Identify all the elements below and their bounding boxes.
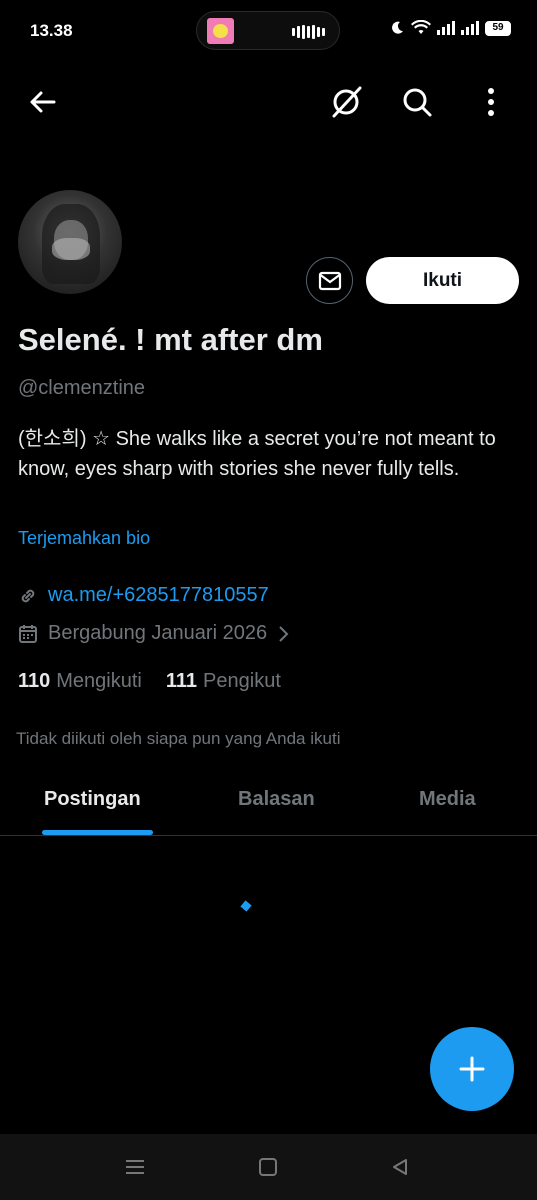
recents-button[interactable]	[120, 1154, 150, 1180]
display-name: Selené. ! mt after dm	[18, 322, 323, 357]
signal-2-icon	[461, 21, 479, 35]
grok-icon	[332, 86, 362, 118]
follow-button[interactable]: Ikuti	[366, 257, 519, 304]
avatar[interactable]	[18, 190, 122, 294]
wifi-icon	[411, 20, 431, 34]
home-button[interactable]	[253, 1154, 283, 1180]
not-followed-text: Tidak diikuti oleh siapa pun yang Anda i…	[16, 729, 341, 748]
calendar-icon	[19, 624, 37, 643]
follow-counts: 110 Mengikuti 111 Pengikut	[18, 670, 281, 693]
translate-bio-link[interactable]: Terjemahkan bio	[18, 528, 150, 549]
followers-label: Pengikut	[203, 670, 281, 692]
menu-lines-icon	[126, 1160, 144, 1174]
profile-link[interactable]: wa.me/+6285177810557	[48, 584, 269, 607]
signal-1-icon	[437, 21, 455, 35]
chevron-right-icon	[279, 625, 289, 642]
battery-icon: 59	[485, 20, 511, 36]
audio-wave-icon	[292, 25, 325, 39]
square-icon	[259, 1158, 277, 1176]
following-count: 110	[18, 670, 51, 692]
album-art	[207, 18, 234, 44]
system-back-button[interactable]	[385, 1154, 415, 1180]
followers-count: 111	[165, 670, 198, 692]
joined-row[interactable]: Bergabung Januari 2026	[18, 622, 289, 645]
profile-tabs: Postingan Balasan Media	[0, 770, 537, 836]
tab-replies[interactable]: Balasan	[238, 788, 315, 811]
tab-posts[interactable]: Postingan	[44, 788, 141, 811]
triangle-back-icon	[393, 1159, 407, 1175]
tab-indicator	[42, 830, 153, 835]
media-island[interactable]	[196, 11, 340, 50]
following-label: Mengikuti	[56, 670, 142, 692]
status-icons: 59	[389, 20, 511, 36]
arrow-left-icon	[30, 91, 56, 113]
compose-button[interactable]	[430, 1027, 514, 1111]
moon-icon	[392, 21, 403, 34]
profile-link-row: wa.me/+6285177810557	[18, 584, 269, 607]
link-icon	[21, 589, 35, 602]
status-bar: 13.38 59	[0, 0, 537, 60]
following-link[interactable]: 110 Mengikuti	[18, 670, 142, 693]
message-button[interactable]	[306, 257, 353, 304]
status-time: 13.38	[30, 21, 73, 40]
plus-icon	[459, 1056, 485, 1082]
search-icon	[403, 88, 432, 117]
followers-link[interactable]: 111 Pengikut	[166, 670, 281, 693]
system-nav-bar	[0, 1134, 537, 1200]
grok-button[interactable]	[324, 80, 368, 124]
more-button[interactable]	[469, 80, 513, 124]
profile-bio: (한소희) ☆ She walks like a secret you’re n…	[18, 428, 496, 480]
more-vertical-icon	[488, 88, 494, 116]
tab-media[interactable]: Media	[419, 788, 476, 811]
joined-date: Bergabung Januari 2026	[48, 622, 268, 644]
top-nav	[0, 72, 537, 132]
mail-icon	[318, 271, 341, 290]
search-button[interactable]	[395, 80, 439, 124]
profile-handle: @clemenztine	[18, 377, 146, 399]
back-button[interactable]	[20, 80, 64, 124]
loading-spinner	[240, 900, 252, 912]
